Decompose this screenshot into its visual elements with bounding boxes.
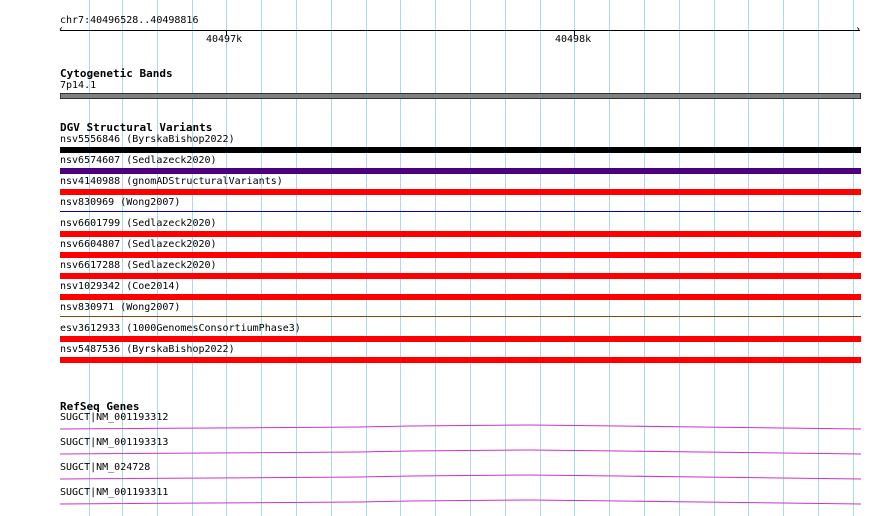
dgv-variant-bar[interactable] bbox=[60, 252, 861, 258]
dgv-variant-bar[interactable] bbox=[60, 294, 861, 300]
grid-line bbox=[748, 0, 749, 516]
ruler-line bbox=[60, 30, 860, 31]
dgv-variant-bar[interactable] bbox=[60, 357, 861, 363]
dgv-variant-bar[interactable] bbox=[60, 168, 861, 174]
dgv-variant-label: nsv830969 (Wong2007) bbox=[60, 197, 181, 208]
dgv-variant-bar[interactable] bbox=[60, 189, 861, 195]
dgv-variant-label: nsv5487536 (ByrskaBishop2022) bbox=[60, 344, 235, 355]
grid-line bbox=[226, 0, 227, 516]
grid-line bbox=[366, 0, 367, 516]
dgv-variant-label: nsv6574607 (Sedlazeck2020) bbox=[60, 155, 217, 166]
dgv-variant-bar[interactable] bbox=[60, 147, 861, 153]
grid-line bbox=[609, 0, 610, 516]
grid-line bbox=[574, 0, 575, 516]
grid-line bbox=[679, 0, 680, 516]
track-title-dgv: DGV Structural Variants bbox=[60, 121, 213, 134]
dgv-variant-bar[interactable] bbox=[60, 273, 861, 279]
genome-browser-view[interactable]: chr7:40496528..40498816 ‹ › 40497k 40498… bbox=[0, 0, 890, 516]
gene-line bbox=[59, 474, 862, 480]
grid-line bbox=[505, 0, 506, 516]
grid-line bbox=[435, 0, 436, 516]
grid-line bbox=[331, 0, 332, 516]
dgv-variant-bar[interactable] bbox=[60, 316, 861, 317]
dgv-variant-label: nsv6617288 (Sedlazeck2020) bbox=[60, 260, 217, 271]
gene-line bbox=[59, 499, 862, 505]
grid-line bbox=[714, 0, 715, 516]
ruler-tick-label: 40497k bbox=[206, 34, 243, 45]
grid-line bbox=[853, 0, 854, 516]
dgv-variant-bar[interactable] bbox=[60, 336, 861, 342]
dgv-variant-label: nsv6604807 (Sedlazeck2020) bbox=[60, 239, 217, 250]
grid-line bbox=[261, 0, 262, 516]
location-label: chr7:40496528..40498816 bbox=[60, 15, 199, 26]
grid-line bbox=[818, 0, 819, 516]
ruler-tick-label: 40498k bbox=[555, 34, 592, 45]
refseq-gene-model[interactable] bbox=[59, 423, 862, 435]
cytoband-label: 7p14.1 bbox=[60, 80, 97, 91]
grid-line bbox=[400, 0, 401, 516]
ruler-left-arrow-icon: ‹ bbox=[58, 24, 65, 35]
grid-line bbox=[540, 0, 541, 516]
gene-line bbox=[59, 424, 862, 430]
dgv-variant-label: nsv5556846 (ByrskaBishop2022) bbox=[60, 134, 235, 145]
dgv-variant-bar[interactable] bbox=[60, 231, 861, 237]
dgv-variant-label: nsv6601799 (Sedlazeck2020) bbox=[60, 218, 217, 229]
dgv-variant-label: nsv1029342 (Coe2014) bbox=[60, 281, 181, 292]
grid-line bbox=[470, 0, 471, 516]
cytoband-bar[interactable] bbox=[60, 93, 861, 99]
grid-line bbox=[783, 0, 784, 516]
gene-line bbox=[59, 449, 862, 455]
track-title-cytoband: Cytogenetic Bands bbox=[60, 67, 173, 80]
grid-line bbox=[644, 0, 645, 516]
dgv-variant-label: nsv4140988 (gnomADStructuralVariants) bbox=[60, 176, 283, 187]
refseq-gene-model[interactable] bbox=[59, 498, 862, 510]
grid-line bbox=[192, 0, 193, 516]
grid-line bbox=[296, 0, 297, 516]
dgv-variant-label: esv3612933 (1000GenomesConsortiumPhase3) bbox=[60, 323, 301, 334]
ruler-right-arrow-icon: › bbox=[855, 24, 862, 35]
refseq-gene-model[interactable] bbox=[59, 473, 862, 485]
dgv-variant-bar[interactable] bbox=[60, 211, 861, 212]
dgv-variant-label: nsv830971 (Wong2007) bbox=[60, 302, 181, 313]
refseq-gene-model[interactable] bbox=[59, 448, 862, 460]
